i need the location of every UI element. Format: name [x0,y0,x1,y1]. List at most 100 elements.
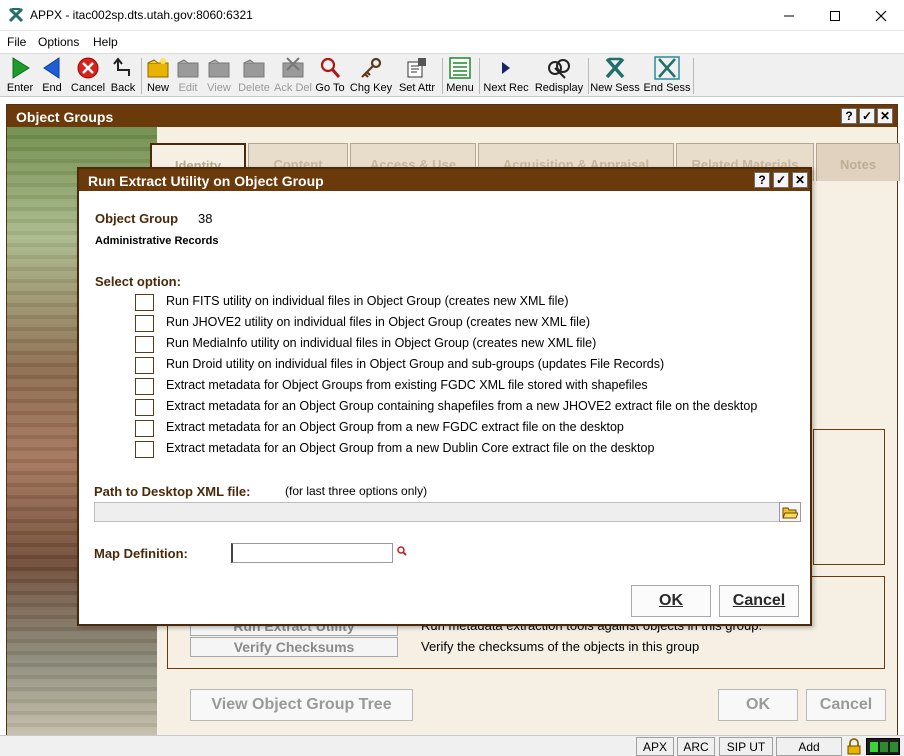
option-checkbox-mediainfo[interactable] [135,336,154,353]
status-add: Add [776,737,842,756]
maximize-icon [830,10,840,21]
connection-light-1 [870,742,878,752]
enter-arrow-icon [12,57,30,79]
option-label-jhove2: Run JHOVE2 utility on individual files i… [166,315,591,329]
window-title: APPX - itac002sp.dts.utah.gov:8060:6321 [30,8,253,22]
path-input[interactable] [94,502,801,522]
accept-control-button[interactable]: ✓ [859,108,875,124]
edit-folder-icon [177,59,199,78]
verify-checksums-button[interactable]: Verify Checksums [190,637,398,657]
delete-folder-icon [243,59,265,78]
dialog-close-button[interactable]: ✕ [792,172,808,188]
delete-button[interactable]: Delete [236,55,272,97]
status-bar: APX ARC SIP UT Add [0,735,904,756]
map-definition-input[interactable] [231,543,393,563]
maximize-button[interactable] [812,0,858,31]
set-attr-button[interactable]: Set Attr [397,55,437,97]
option-label-fgdc-existing: Extract metadata for Object Groups from … [166,378,648,392]
menu-button[interactable]: Menu [446,55,474,97]
view-folder-icon [208,59,230,78]
lookup-search-icon[interactable] [397,546,407,556]
option-checkbox-fgdc-existing[interactable] [135,378,154,395]
object-group-label: Object Group [95,211,179,226]
end-sess-button[interactable]: End Sess [643,55,691,97]
main-cancel-button[interactable]: Cancel [806,689,886,721]
magnifier-icon [320,57,341,78]
end-button[interactable]: End [38,55,66,97]
view-object-group-tree-button[interactable]: View Object Group Tree [190,689,413,721]
dialog-ok-button[interactable]: OK [631,585,711,617]
dialog-title: Run Extract Utility on Object Group [79,169,810,191]
menu-options[interactable]: Options [38,35,79,49]
option-checkbox-jhove2-desktop[interactable] [135,399,154,416]
option-label-fgdc-desktop: Extract metadata for an Object Group fro… [166,420,624,434]
main-ok-button[interactable]: OK [718,689,798,721]
object-group-name: Administrative Records [95,235,219,247]
next-record-icon [502,62,510,74]
next-rec-button[interactable]: Next Rec [483,55,529,97]
menu-help[interactable]: Help [93,35,118,49]
open-folder-icon [782,507,798,519]
window-title-bar: APPX - itac002sp.dts.utah.gov:8060:6321 [0,0,904,31]
verify-checksums-description: Verify the checksums of the objects in t… [421,639,700,654]
dialog-cancel-button[interactable]: Cancel [719,585,799,617]
padlock-icon [847,738,861,755]
close-icon [875,10,887,21]
redisplay-button[interactable]: Redisplay [534,55,584,97]
option-checkbox-droid[interactable] [135,357,154,374]
enter-button[interactable]: Enter [5,55,35,97]
status-arc: ARC [677,737,715,756]
option-checkbox-fits[interactable] [135,294,154,311]
cancel-button[interactable]: Cancel [70,55,106,97]
menu-bar: File Options Help [0,31,904,52]
toolbar-separator [442,58,443,94]
menu-file[interactable]: File [7,35,26,49]
dialog-accept-button[interactable]: ✓ [773,172,789,188]
select-option-label: Select option: [95,274,181,289]
ack-del-button[interactable]: Ack Del [274,55,312,97]
end-arrow-icon [43,57,60,79]
go-to-button[interactable]: Go To [315,55,345,97]
run-extract-utility-dialog: Run Extract Utility on Object Group ? ✓ … [77,167,812,626]
toolbar-separator [479,58,480,94]
menu-list-icon [449,57,471,79]
end-session-icon [654,56,680,80]
option-label-mediainfo: Run MediaInfo utility on individual file… [166,336,597,350]
minimize-button[interactable] [766,0,812,31]
option-label-jhove2-desktop: Extract metadata for an Object Group con… [166,399,758,413]
status-sip-ut: SIP UT [719,737,773,756]
option-checkbox-fgdc-desktop[interactable] [135,420,154,437]
option-label-droid: Run Droid utility on individual files in… [166,357,665,371]
view-button[interactable]: View [207,55,231,97]
connection-light-2 [880,742,888,752]
close-button[interactable] [858,0,904,31]
new-sess-button[interactable]: New Sess [590,55,640,97]
cancel-x-icon [77,57,99,79]
back-button[interactable]: Back [109,55,137,97]
group-box-right [813,429,885,565]
connection-indicator [866,738,900,755]
browse-folder-button[interactable] [779,502,801,522]
toolbar: Enter End Cancel Back New Edit View Dele… [0,53,904,97]
option-label-fits: Run FITS utility on individual files in … [166,294,569,308]
toolbar-separator [693,58,694,94]
toolbar-separator [588,58,589,94]
object-groups-title: Object Groups [7,105,897,127]
chg-key-button[interactable]: Chg Key [350,55,392,97]
option-checkbox-jhove2[interactable] [135,315,154,332]
dialog-help-button[interactable]: ? [754,172,770,188]
ack-delete-icon [282,57,304,78]
back-arrow-icon [113,57,130,76]
tab-notes[interactable]: Notes [816,143,900,181]
connection-light-3 [890,742,898,752]
close-control-button[interactable]: ✕ [877,108,893,124]
edit-button[interactable]: Edit [177,55,199,97]
set-attr-icon [407,58,426,78]
redisplay-icon [548,59,570,79]
new-button[interactable]: New [145,55,171,97]
option-label-dublin-core: Extract metadata for an Object Group fro… [166,441,655,455]
map-definition-label: Map Definition: [94,546,188,561]
option-checkbox-dublin-core[interactable] [135,441,154,458]
path-note: (for last three options only) [285,484,428,498]
help-control-button[interactable]: ? [841,108,857,124]
